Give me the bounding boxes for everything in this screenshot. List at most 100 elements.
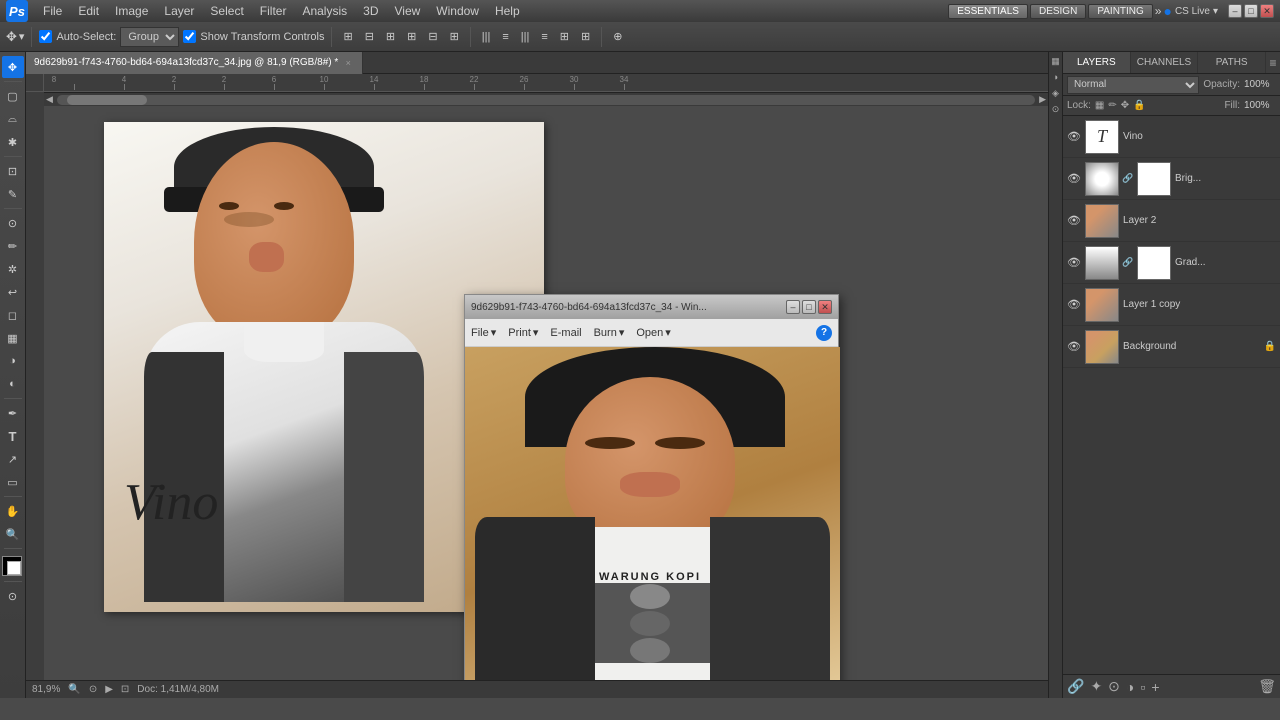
layer-link-gradient[interactable]: 🔗 bbox=[1123, 257, 1133, 268]
paths-tab[interactable]: PATHS bbox=[1198, 52, 1266, 73]
delete-layer-button[interactable]: 🗑 bbox=[1258, 678, 1276, 695]
photo-menu-burn[interactable]: Burn▾ bbox=[594, 326, 625, 339]
layer-row-layer1copy[interactable]: 👁 Layer 1 copy bbox=[1063, 284, 1280, 326]
maximize-button[interactable]: □ bbox=[1244, 4, 1258, 18]
photo-menu-print[interactable]: Print▾ bbox=[508, 326, 538, 339]
painting-button[interactable]: PAINTING bbox=[1088, 4, 1152, 19]
lock-position-icon[interactable]: ✥ bbox=[1121, 100, 1129, 111]
show-transform-checkbox[interactable] bbox=[183, 30, 196, 43]
crop-tool[interactable]: ⊡ bbox=[2, 160, 24, 182]
menu-layer[interactable]: Layer bbox=[157, 2, 201, 20]
quick-mask-button[interactable]: ⊙ bbox=[2, 585, 24, 607]
eyedropper-tool[interactable]: ✎ bbox=[2, 183, 24, 205]
background-color[interactable] bbox=[7, 561, 21, 575]
dodge-tool[interactable]: ◐ bbox=[2, 373, 24, 395]
shape-tool[interactable]: ▭ bbox=[2, 471, 24, 493]
align-top-button[interactable]: ⊞ bbox=[403, 28, 420, 45]
menu-help[interactable]: Help bbox=[488, 2, 527, 20]
menu-3d[interactable]: 3D bbox=[356, 2, 385, 20]
layer-row-brightness[interactable]: 👁 🔗 Brig... bbox=[1063, 158, 1280, 200]
move-tool[interactable]: ✥ bbox=[2, 56, 24, 78]
new-adjustment-button[interactable]: ◑ bbox=[1126, 679, 1134, 695]
lasso-tool[interactable]: ⌓ bbox=[2, 108, 24, 130]
quick-select-tool[interactable]: ✱ bbox=[2, 131, 24, 153]
color-swatches[interactable] bbox=[2, 556, 24, 578]
layer-eye-background[interactable]: 👁 bbox=[1067, 340, 1081, 354]
close-button[interactable]: ✕ bbox=[1260, 4, 1274, 18]
distribute-6-button[interactable]: ⊞ bbox=[577, 28, 594, 45]
photo-win-minimize[interactable]: – bbox=[786, 300, 800, 314]
new-group-button[interactable]: ▫ bbox=[1140, 679, 1145, 695]
horizontal-scrollbar[interactable]: ◀ ▶ bbox=[44, 92, 1048, 106]
layer-row-vino[interactable]: 👁 T Vino bbox=[1063, 116, 1280, 158]
photo-win-maximize[interactable]: □ bbox=[802, 300, 816, 314]
photo-menu-file[interactable]: File▾ bbox=[471, 326, 496, 339]
layer-eye-bright[interactable]: 👁 bbox=[1067, 172, 1081, 186]
styles-icon[interactable]: ◈ bbox=[1050, 86, 1062, 100]
add-mask-button[interactable]: ⊙ bbox=[1108, 678, 1120, 695]
layer-eye-layer2[interactable]: 👁 bbox=[1067, 214, 1081, 228]
menu-view[interactable]: View bbox=[387, 2, 427, 20]
distribute-v-button[interactable]: ≡ bbox=[498, 29, 512, 45]
adjustments-icon[interactable]: ◑ bbox=[1050, 70, 1062, 84]
masks-icon[interactable]: ⊙ bbox=[1050, 102, 1062, 116]
layer-eye-gradient[interactable]: 👁 bbox=[1067, 256, 1081, 270]
foreground-color[interactable] bbox=[2, 556, 22, 576]
photo-menu-email[interactable]: E-mail bbox=[550, 327, 581, 339]
auto-select-dropdown[interactable]: Group bbox=[120, 27, 179, 47]
eraser-tool[interactable]: ◻ bbox=[2, 304, 24, 326]
tab-close-button[interactable]: × bbox=[342, 57, 354, 69]
essentials-button[interactable]: ESSENTIALS bbox=[948, 4, 1028, 19]
canvas-tab[interactable]: 9d629b91-f743-4760-bd64-694a13fcd37c_34.… bbox=[26, 52, 363, 74]
hand-tool[interactable]: ✋ bbox=[2, 500, 24, 522]
layer-row-background[interactable]: 👁 Background 🔒 bbox=[1063, 326, 1280, 368]
link-layers-button[interactable]: 🔗 bbox=[1067, 678, 1084, 695]
align-left-button[interactable]: ⊞ bbox=[339, 28, 356, 45]
lock-transparent-icon[interactable]: ▦ bbox=[1095, 100, 1104, 111]
menu-filter[interactable]: Filter bbox=[253, 2, 294, 20]
blend-mode-select[interactable]: Normal bbox=[1067, 76, 1199, 94]
canvas-scroll[interactable]: Vino 9d629b91-f743-4760-bd64-694a13fcd37… bbox=[44, 92, 1048, 680]
history-brush-tool[interactable]: ↩ bbox=[2, 281, 24, 303]
menu-file[interactable]: File bbox=[36, 2, 69, 20]
distribute-3-button[interactable]: ||| bbox=[517, 29, 534, 45]
spot-heal-tool[interactable]: ⊙ bbox=[2, 212, 24, 234]
scroll-left-arrow[interactable]: ◀ bbox=[46, 94, 53, 105]
path-select-tool[interactable]: ↗ bbox=[2, 448, 24, 470]
menu-edit[interactable]: Edit bbox=[71, 2, 106, 20]
scrollbar-track[interactable] bbox=[57, 95, 1035, 105]
menu-analysis[interactable]: Analysis bbox=[295, 2, 354, 20]
photo-win-close[interactable]: ✕ bbox=[818, 300, 832, 314]
zoom-tool[interactable]: 🔍 bbox=[2, 523, 24, 545]
align-middle-button[interactable]: ⊟ bbox=[424, 28, 441, 45]
channels-tab[interactable]: CHANNELS bbox=[1131, 52, 1199, 73]
clone-tool[interactable]: ✲ bbox=[2, 258, 24, 280]
layers-tab[interactable]: LAYERS bbox=[1063, 52, 1131, 73]
layer-row-layer2[interactable]: 👁 Layer 2 bbox=[1063, 200, 1280, 242]
pen-tool[interactable]: ✒ bbox=[2, 402, 24, 424]
menu-select[interactable]: Select bbox=[203, 2, 250, 20]
gradient-tool[interactable]: ▦ bbox=[2, 327, 24, 349]
auto-select-checkbox[interactable] bbox=[39, 30, 52, 43]
layer-eye-vino[interactable]: 👁 bbox=[1067, 130, 1081, 144]
distribute-h-button[interactable]: ||| bbox=[478, 29, 495, 45]
add-style-button[interactable]: ✦ bbox=[1090, 678, 1102, 695]
align-right-button[interactable]: ⊞ bbox=[382, 28, 399, 45]
menu-window[interactable]: Window bbox=[429, 2, 486, 20]
minimize-button[interactable]: – bbox=[1228, 4, 1242, 18]
scrollbar-thumb[interactable] bbox=[67, 95, 147, 105]
workspace-more-icon[interactable]: » bbox=[1155, 4, 1162, 18]
cs-live-button[interactable]: ● CS Live ▾ bbox=[1163, 3, 1218, 19]
new-layer-button[interactable]: + bbox=[1151, 679, 1159, 695]
text-tool[interactable]: T bbox=[2, 425, 24, 447]
lock-all-icon[interactable]: 🔒 bbox=[1133, 100, 1145, 111]
photo-help-button[interactable]: ? bbox=[816, 325, 832, 341]
distribute-5-button[interactable]: ⊞ bbox=[556, 28, 573, 45]
layers-panel-menu[interactable]: ≡ bbox=[1266, 52, 1280, 73]
design-button[interactable]: DESIGN bbox=[1030, 4, 1086, 19]
menu-image[interactable]: Image bbox=[108, 2, 155, 20]
align-center-h-button[interactable]: ⊟ bbox=[361, 28, 378, 45]
layers-icon[interactable]: ▦ bbox=[1050, 54, 1062, 68]
photo-menu-open[interactable]: Open▾ bbox=[636, 326, 670, 339]
layer-link-bright[interactable]: 🔗 bbox=[1123, 173, 1133, 184]
